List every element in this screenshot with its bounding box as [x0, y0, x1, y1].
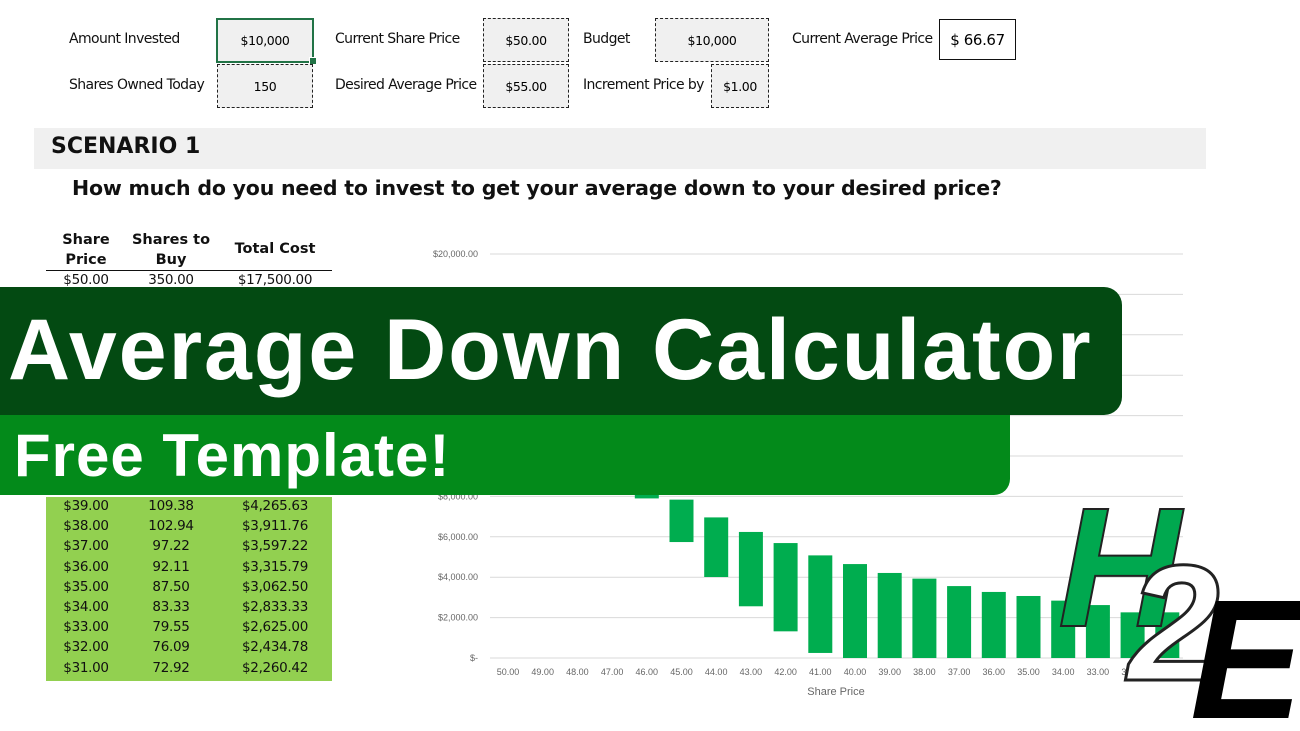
bar	[877, 572, 902, 658]
x-tick-label: 40.00	[844, 667, 867, 677]
x-tick-label: 49.00	[531, 667, 554, 677]
bar	[738, 531, 763, 607]
bar	[704, 517, 729, 577]
x-tick-label: 46.00	[636, 667, 659, 677]
x-tick-label: 47.00	[601, 667, 624, 677]
x-tick-label: 42.00	[774, 667, 797, 677]
y-tick-label: $6,000.00	[438, 532, 478, 542]
title-banner: Average Down Calculator	[0, 287, 1122, 415]
x-tick-label: 36.00	[983, 667, 1006, 677]
bar	[912, 578, 937, 658]
banner-subtitle: Free Template!	[14, 422, 451, 489]
y-tick-label: $20,000.00	[433, 249, 478, 259]
x-tick-label: 41.00	[809, 667, 832, 677]
bar	[773, 543, 798, 632]
y-tick-label: $2,000.00	[438, 613, 478, 623]
banner-title: Average Down Calculator	[8, 302, 1093, 398]
x-tick-label: 35.00	[1017, 667, 1040, 677]
x-tick-label: 37.00	[948, 667, 971, 677]
x-tick-label: 50.00	[497, 667, 520, 677]
logo-e: E	[1190, 565, 1300, 730]
bar	[947, 586, 972, 658]
x-tick-label: 44.00	[705, 667, 728, 677]
y-tick-label: $-	[470, 653, 478, 663]
subtitle-banner: Free Template!	[0, 415, 1010, 495]
x-tick-label: 39.00	[878, 667, 901, 677]
bar	[1016, 595, 1041, 658]
x-tick-label: 48.00	[566, 667, 589, 677]
bar	[981, 591, 1006, 658]
h2e-logo: H 2 E	[1057, 480, 1300, 730]
x-tick-label: 38.00	[913, 667, 936, 677]
y-tick-label: $4,000.00	[438, 572, 478, 582]
x-tick-label: 45.00	[670, 667, 693, 677]
bar	[843, 564, 867, 658]
x-tick-label: 43.00	[740, 667, 763, 677]
x-axis-title: Share Price	[807, 686, 864, 698]
bar	[808, 555, 833, 653]
bar	[669, 499, 694, 543]
